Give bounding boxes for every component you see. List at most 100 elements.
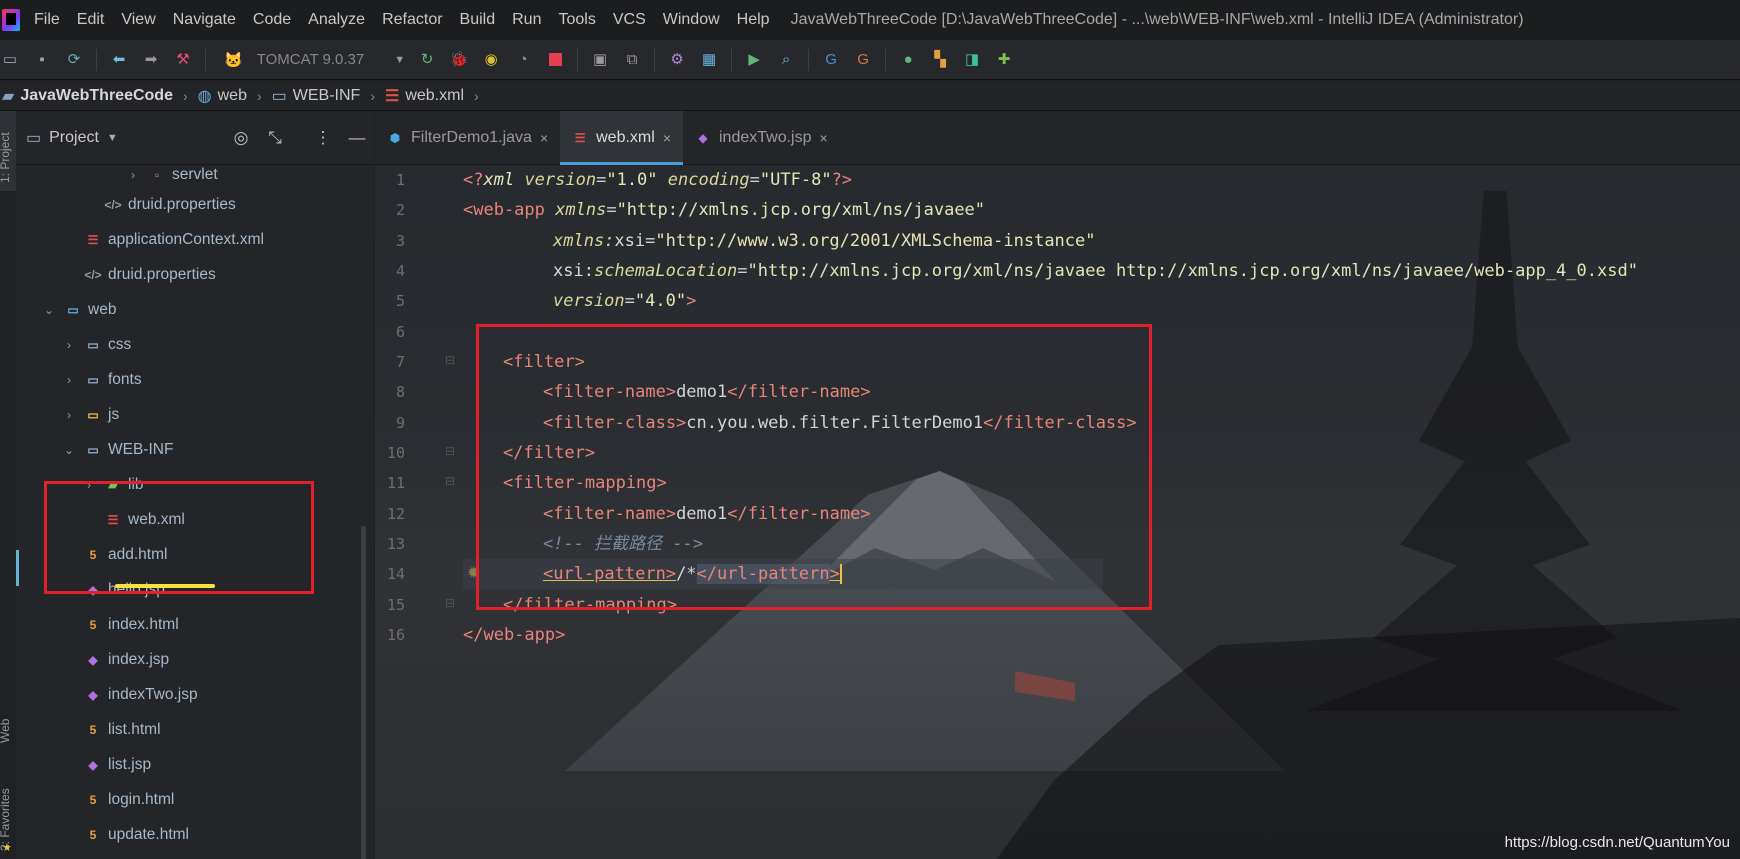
project-structure-icon[interactable]: ▦ xyxy=(699,50,719,70)
menu-code[interactable]: Code xyxy=(253,11,291,29)
breadcrumb-project[interactable]: ▰ JavaWebThreeCode xyxy=(0,86,173,106)
sync-icon[interactable]: ⟳ xyxy=(64,50,84,70)
profile-icon[interactable]: ◔ xyxy=(513,50,533,70)
menu-analyze[interactable]: Analyze xyxy=(308,11,365,29)
code-token: version xyxy=(514,170,597,190)
back-icon[interactable]: ⬅ xyxy=(109,50,129,70)
tree-item-indextwo-jsp[interactable]: ◆ indexTwo.jsp xyxy=(84,678,198,712)
menu-navigate[interactable]: Navigate xyxy=(173,11,236,29)
close-icon[interactable]: × xyxy=(820,130,828,146)
tomcat-icon: 🐱 xyxy=(224,51,243,69)
menu-build[interactable]: Build xyxy=(460,11,496,29)
line-number: 6 xyxy=(395,323,405,341)
tree-item-update-html[interactable]: 5 update.html xyxy=(84,818,189,852)
tab-indextwo-jsp[interactable]: ◆ indexTwo.jsp × xyxy=(683,111,840,165)
build-hammer-icon[interactable]: ⚒ xyxy=(173,50,193,70)
plugin-di-icon[interactable]: ◨ xyxy=(962,50,982,70)
breadcrumb-webxml[interactable]: ☰ web.xml xyxy=(385,86,464,106)
run-with-coverage-icon[interactable]: ◉ xyxy=(481,50,501,70)
forward-icon[interactable]: ➡ xyxy=(141,50,161,70)
close-icon[interactable]: × xyxy=(663,130,671,146)
html-icon: 5 xyxy=(89,723,97,737)
tree-item-fonts[interactable]: › ▭ fonts xyxy=(62,363,142,397)
project-scrollbar[interactable] xyxy=(361,526,366,859)
translate-icon[interactable]: G xyxy=(821,50,841,70)
code-token: = xyxy=(596,170,607,190)
more-options-icon[interactable]: ⋮ xyxy=(310,128,336,148)
fold-marker-icon[interactable]: ⊟ xyxy=(445,353,455,367)
jsp-icon: ◆ xyxy=(698,131,708,145)
collapse-all-icon[interactable]: ⤡ xyxy=(262,128,288,148)
tree-item-web[interactable]: ⌄ ▭ web xyxy=(42,293,116,327)
code-token: </web-app> xyxy=(463,625,566,645)
breadcrumb-webinf[interactable]: ▭ WEB-INF xyxy=(272,86,361,106)
code-token: = xyxy=(749,170,760,190)
services-icon[interactable]: ⧉ xyxy=(622,50,642,70)
ide-window: File Edit View Navigate Code Analyze Ref… xyxy=(0,0,1740,859)
stop-icon[interactable] xyxy=(545,50,565,70)
breadcrumb-web[interactable]: ◍ web xyxy=(198,86,247,106)
breadcrumb: ▰ JavaWebThreeCode › ◍ web › ▭ WEB-INF ›… xyxy=(0,81,1740,111)
tree-item-index-jsp[interactable]: ◆ index.jsp xyxy=(84,643,169,677)
menu-help[interactable]: Help xyxy=(737,11,770,29)
hide-panel-icon[interactable]: — xyxy=(344,128,370,148)
settings-gear-icon[interactable]: ⚙ xyxy=(667,50,687,70)
menu-window[interactable]: Window xyxy=(663,11,720,29)
fold-marker-icon[interactable]: ⊟ xyxy=(445,444,455,458)
tree-item-druid-properties[interactable]: </> druid.properties xyxy=(104,188,235,222)
close-icon[interactable]: × xyxy=(540,130,548,146)
code-line: </web-app> xyxy=(463,620,565,650)
attach-debugger-icon[interactable]: ▣ xyxy=(590,50,610,70)
save-all-icon[interactable]: ▪ xyxy=(32,50,52,70)
web-tool-label[interactable]: Web xyxy=(0,719,12,743)
run-configuration-select[interactable]: 🐱 TOMCAT 9.0.37 ▼ xyxy=(224,51,405,69)
html-icon: 5 xyxy=(89,618,97,632)
watermark: https://blog.csdn.net/QuantumYou xyxy=(1504,834,1730,851)
tree-item-druid-properties[interactable]: </> druid.properties xyxy=(84,258,215,292)
menu-view[interactable]: View xyxy=(121,11,155,29)
rerun-icon[interactable]: ↻ xyxy=(417,50,437,70)
java-class-icon: ⬢ xyxy=(389,131,401,145)
tree-item-js[interactable]: › ▭ js xyxy=(62,398,119,432)
tab-filterdemo1-java[interactable]: ⬢ FilterDemo1.java × xyxy=(375,111,560,165)
code-token: "http://xmlns.jcp.org/xml/ns/javaee" xyxy=(616,200,986,220)
chevron-right-icon: › xyxy=(67,373,71,387)
menu-vcs[interactable]: VCS xyxy=(613,11,646,29)
menu-edit[interactable]: Edit xyxy=(77,11,105,29)
code-token: = xyxy=(624,291,635,311)
chevron-right-icon: › xyxy=(131,168,135,182)
tree-item-list-jsp[interactable]: ◆ list.jsp xyxy=(84,748,151,782)
html-icon: 5 xyxy=(89,793,97,807)
menu-file[interactable]: File xyxy=(34,11,60,29)
tab-web-xml[interactable]: ☰ web.xml × xyxy=(560,111,683,165)
open-folder-icon[interactable]: ▭ xyxy=(0,50,20,70)
project-panel-title: Project xyxy=(49,128,99,146)
menu-refactor[interactable]: Refactor xyxy=(382,11,442,29)
tree-item-applicationcontext-xml[interactable]: ☰ applicationContext.xml xyxy=(84,223,264,257)
plugins-puzzle-icon[interactable]: ✚ xyxy=(994,50,1014,70)
fold-marker-icon[interactable]: ⊟ xyxy=(445,596,455,610)
plugin-circle-icon[interactable]: ● xyxy=(898,50,918,70)
fold-marker-icon[interactable]: ⊟ xyxy=(445,474,455,488)
translate-replace-icon[interactable]: G xyxy=(853,50,873,70)
search-icon[interactable]: ⌕ xyxy=(776,50,796,70)
tree-item-css[interactable]: › ▭ css xyxy=(62,328,131,362)
tree-item-list-html[interactable]: 5 list.html xyxy=(84,713,161,747)
tree-item-login-html[interactable]: 5 login.html xyxy=(84,783,175,817)
tree-item-label: js xyxy=(108,406,120,423)
tree-item-label: indexTwo.jsp xyxy=(108,686,198,703)
tree-item-index-html[interactable]: 5 index.html xyxy=(84,608,179,642)
project-tool-button[interactable]: 1: Project xyxy=(0,111,16,191)
project-view-select[interactable]: ▭ Project ▼ xyxy=(26,128,118,148)
plugin-grid-icon[interactable]: ▚ xyxy=(930,50,950,70)
menu-tools[interactable]: Tools xyxy=(558,11,595,29)
debug-icon[interactable]: 🐞 xyxy=(449,50,469,70)
tree-item-label: fonts xyxy=(108,371,142,388)
tree-item-web-inf[interactable]: ⌄ ▭ WEB-INF xyxy=(62,433,173,467)
locate-file-icon[interactable]: ◎ xyxy=(228,128,254,148)
code-token: = xyxy=(645,231,656,251)
line-number: 3 xyxy=(395,232,405,250)
menu-run[interactable]: Run xyxy=(512,11,541,29)
terminal-icon[interactable]: ▶ xyxy=(744,50,764,70)
breadcrumb-webinf-label: WEB-INF xyxy=(292,86,361,104)
